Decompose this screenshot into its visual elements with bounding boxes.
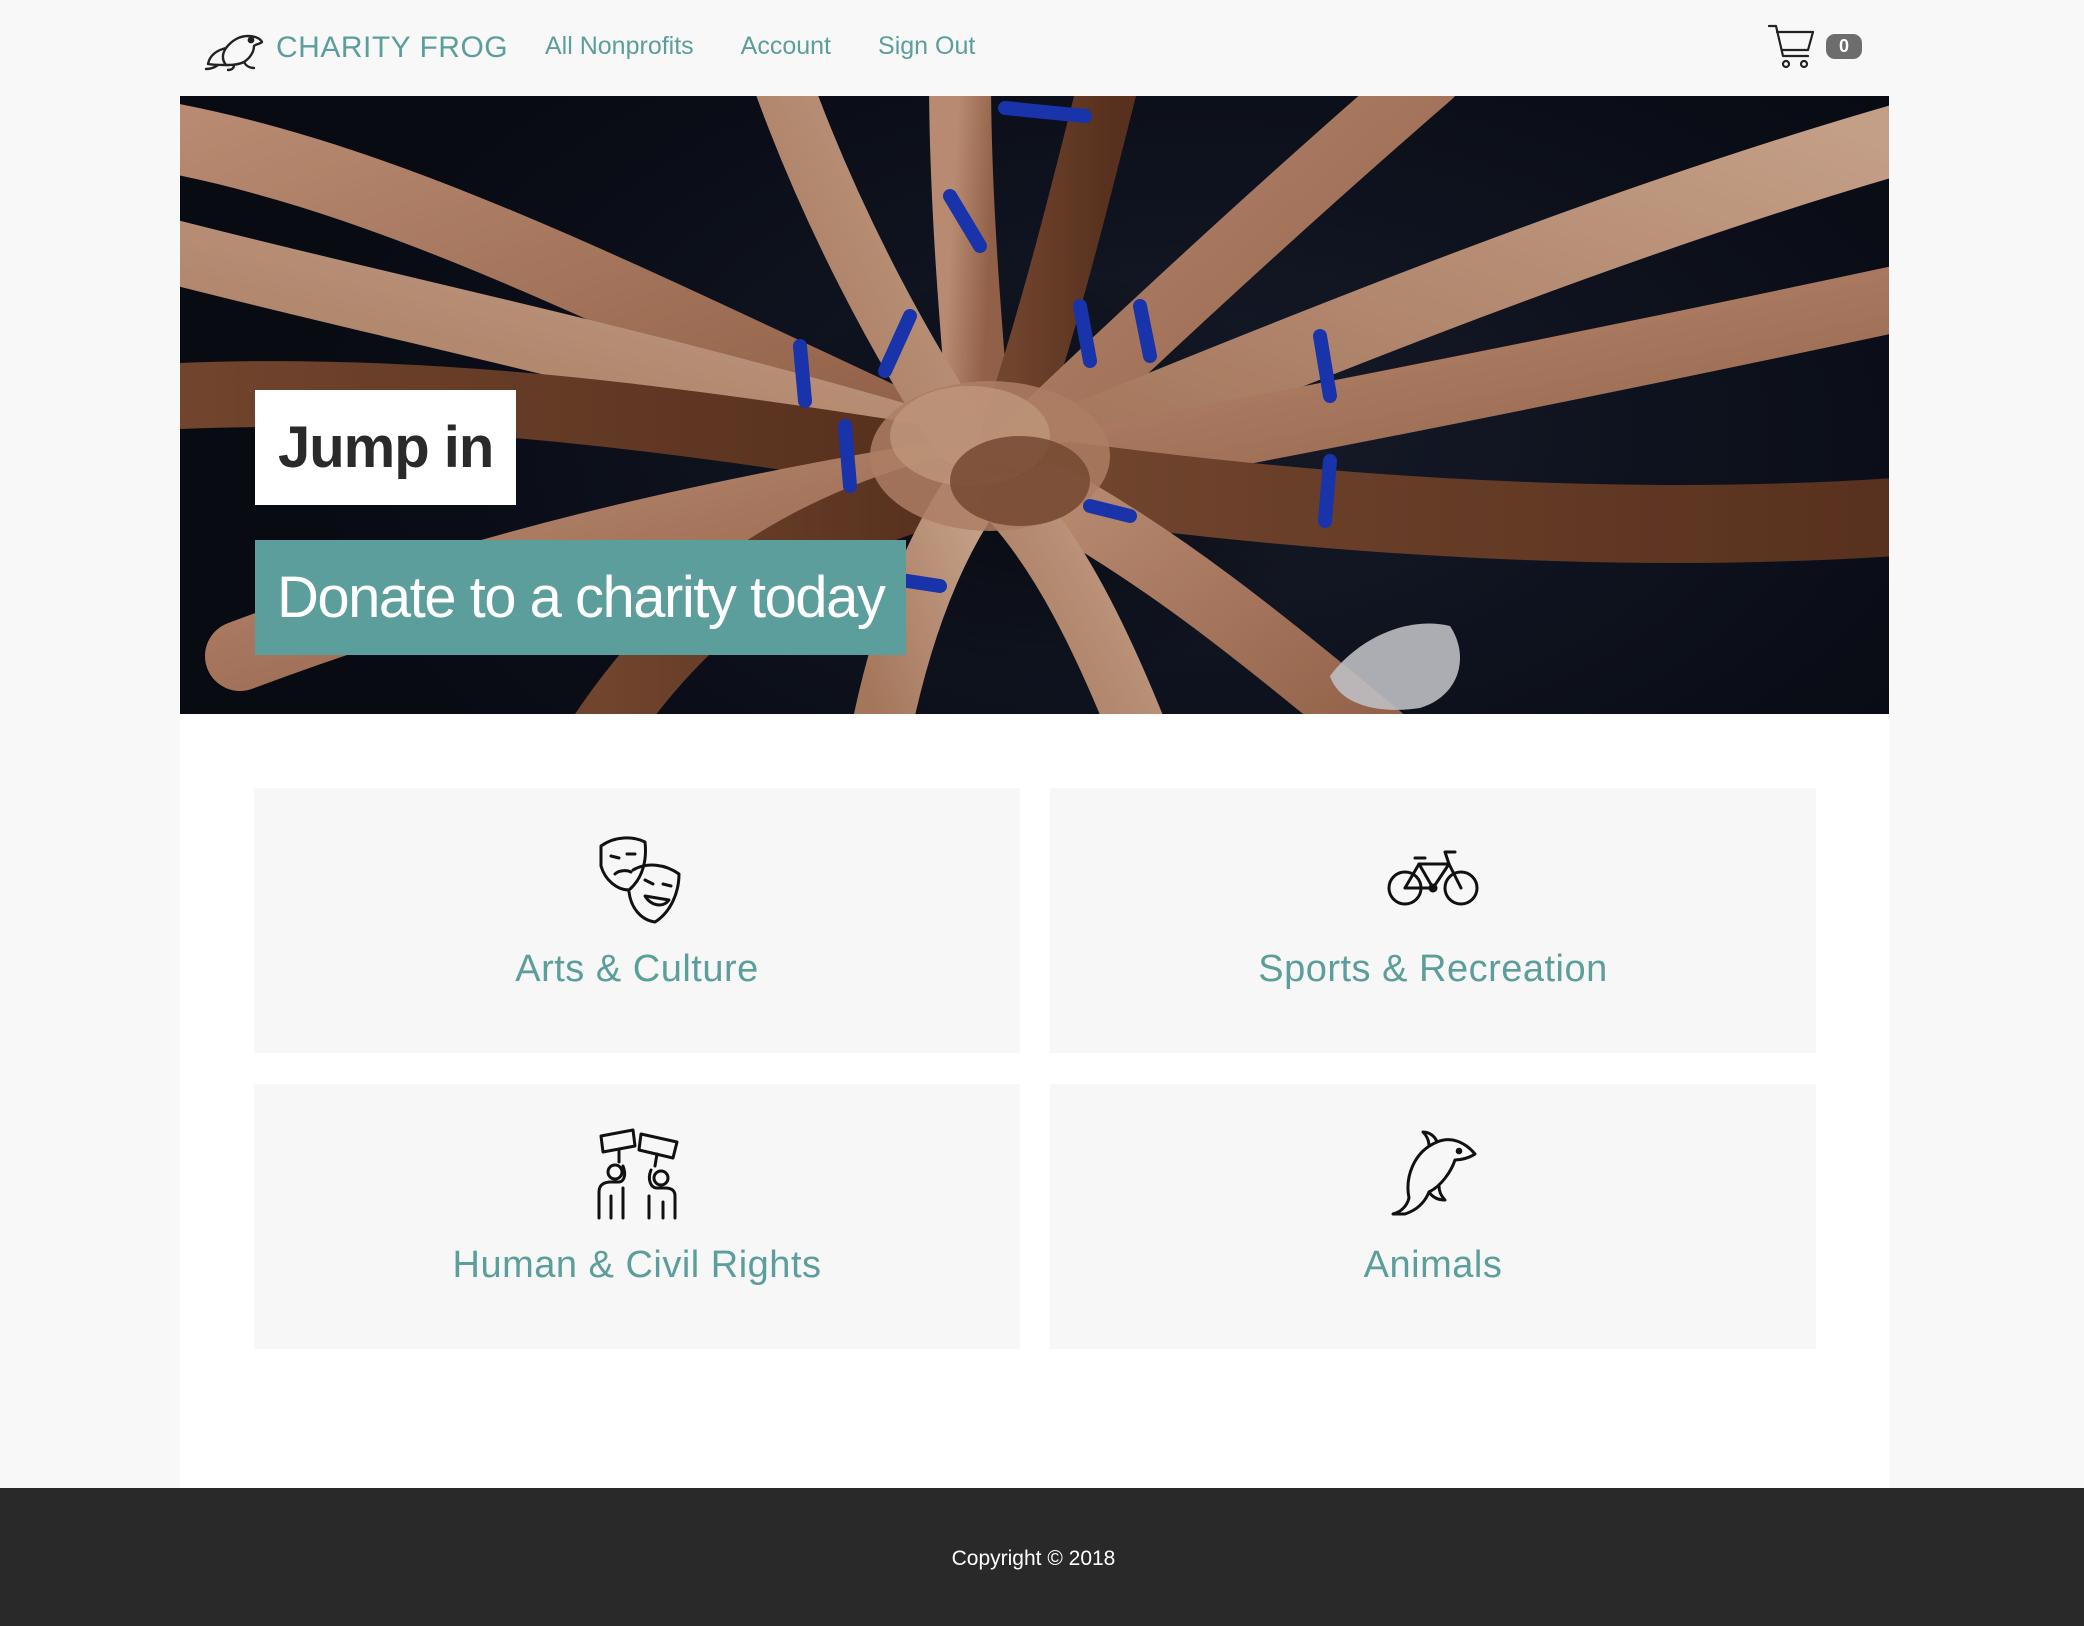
hero-title: Jump in	[278, 415, 494, 480]
nav-account[interactable]: Account	[741, 28, 831, 64]
top-navbar: CHARITY FROG All Nonprofits Account Sign…	[0, 0, 2084, 96]
protest-icon	[597, 1128, 679, 1220]
frog-logo-icon	[204, 34, 264, 72]
category-card-sports-recreation[interactable]: Sports & Recreation	[1050, 788, 1816, 1053]
nav-links: All Nonprofits Account Sign Out	[545, 28, 1022, 64]
category-label: Human & Civil Rights	[452, 1244, 822, 1286]
shopping-cart-icon	[1767, 24, 1815, 69]
hero-banner: Jump in Donate to a charity today	[180, 96, 1889, 714]
category-label: Sports & Recreation	[1258, 948, 1608, 990]
category-card-animals[interactable]: Animals	[1050, 1084, 1816, 1349]
theater-masks-icon	[599, 836, 681, 924]
brand-link[interactable]: CHARITY FROG	[204, 18, 508, 78]
dolphin-icon	[1391, 1130, 1477, 1216]
brand-name: CHARITY FROG	[276, 31, 509, 64]
donate-cta-button[interactable]: Donate to a charity today	[255, 540, 907, 655]
cart-count-badge: 0	[1826, 33, 1862, 59]
bicycle-icon	[1387, 850, 1479, 906]
donate-cta-label: Donate to a charity today	[277, 565, 886, 630]
site-footer: Copyright © 2018	[0, 1488, 2084, 1626]
category-card-human-civil-rights[interactable]: Human & Civil Rights	[254, 1084, 1020, 1349]
copyright-text: Copyright © 2018	[951, 1547, 1116, 1570]
category-label: Arts & Culture	[515, 948, 759, 990]
nav-all-nonprofits[interactable]: All Nonprofits	[545, 28, 694, 64]
nav-sign-out[interactable]: Sign Out	[878, 28, 975, 64]
main-content: Jump in Donate to a charity today Arts &…	[180, 96, 1889, 1488]
category-label: Animals	[1363, 1244, 1503, 1286]
category-card-arts-culture[interactable]: Arts & Culture	[254, 788, 1020, 1053]
cart-button[interactable]: 0	[1767, 22, 1862, 70]
hero-title-box: Jump in	[255, 390, 517, 505]
